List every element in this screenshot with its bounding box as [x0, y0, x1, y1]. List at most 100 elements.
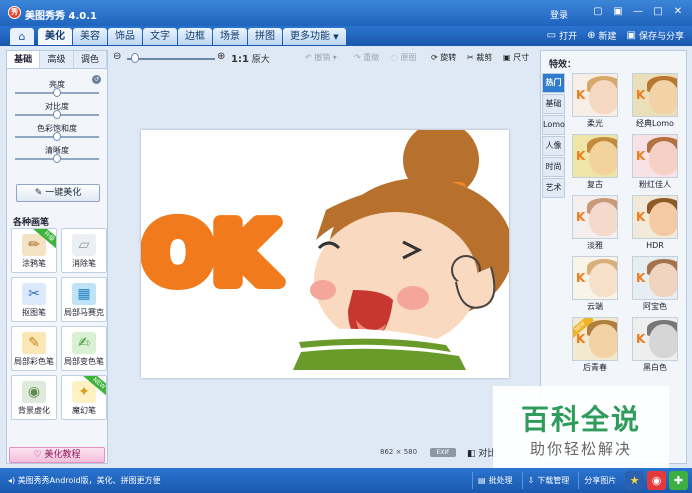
sharpness-slider[interactable]: 清晰度	[15, 143, 99, 165]
zoom-slider-handle[interactable]	[131, 53, 140, 63]
tool-label: 局部变色笔	[64, 357, 104, 366]
undo-button[interactable]: ↶ 撤销 ▾	[305, 52, 337, 63]
open-button[interactable]: ▭ 打开	[547, 29, 577, 42]
mosaic-pen-tool[interactable]: ▦ 局部马赛克	[61, 277, 107, 322]
cutout-pen-tool[interactable]: ✂ 抠图笔	[11, 277, 57, 322]
tab-cosmetic[interactable]: 美容	[73, 28, 107, 45]
tab-basic[interactable]: 基础	[7, 51, 41, 68]
thumbnail-face	[649, 80, 677, 114]
share-image-button[interactable]: 分享图片	[578, 472, 621, 489]
batch-icon: ▤	[478, 476, 486, 485]
weibo-icon[interactable]: ◉	[647, 471, 666, 490]
tab-collage[interactable]: 拼图	[248, 28, 282, 45]
slider-handle[interactable]	[53, 154, 61, 163]
redo-button[interactable]: ↷ 重做	[354, 52, 379, 63]
image-height: 580	[403, 448, 418, 456]
image-dimensions: 862 × 580	[380, 448, 417, 456]
effect-item[interactable]: K 黑白色	[629, 317, 681, 374]
color-pen-tool[interactable]: ✎ 局部彩色笔	[11, 326, 57, 371]
watermark-subtitle: 助你轻松解决	[529, 440, 632, 458]
effect-item[interactable]: K 粉红佳人	[629, 134, 681, 191]
tab-advanced[interactable]: 高级	[40, 51, 74, 68]
doodle-pen-tool[interactable]: ✏ 涂鸦笔 升级	[11, 228, 57, 273]
status-message[interactable]: ◂) 美图秀秀Android版，美化、拼图更方便	[8, 475, 161, 486]
effect-item[interactable]: K 柔光	[569, 73, 621, 130]
effect-item[interactable]: K NEW 后青春	[569, 317, 621, 374]
rotate-button[interactable]: ⟳ 旋转	[431, 52, 456, 63]
tab-portrait[interactable]: 人像	[542, 136, 565, 156]
minimize-icon[interactable]: —	[630, 5, 646, 19]
tab-lomo[interactable]: Lomo	[542, 115, 565, 135]
tab-fashion[interactable]: 时尚	[542, 157, 565, 177]
zoom-out-icon[interactable]: ⊖	[113, 51, 121, 62]
skin-icon[interactable]: ▣	[610, 5, 626, 19]
brightness-slider[interactable]: 亮度	[15, 77, 99, 99]
tool-label: 局部马赛克	[64, 308, 104, 317]
close-icon[interactable]: ✕	[670, 5, 686, 19]
status-icons: ★ ◉ ✚	[625, 471, 688, 490]
feedback-icon[interactable]: ▢	[590, 5, 606, 19]
exif-button[interactable]: EXIF	[430, 448, 456, 457]
magic-pen-tool[interactable]: ✦ 魔幻笔 NEW	[61, 375, 107, 420]
tab-popular[interactable]: 热门	[542, 73, 565, 93]
slider-handle[interactable]	[53, 88, 61, 97]
effect-item[interactable]: K 淡雅	[569, 195, 621, 252]
tab-frame[interactable]: 边框	[178, 28, 212, 45]
star-icon[interactable]: ★	[625, 471, 644, 490]
compare-button[interactable]: ◧ 对比	[467, 446, 496, 459]
new-button[interactable]: ⊕ 新建	[587, 29, 616, 42]
canvas-toolbar: ⊖ ⊕ 1:1 原大 ↶ 撤销 ▾ ↷ 重做 ◌ 原图 ⟳ 旋转 ✂ 裁剪 ▣ …	[113, 50, 535, 66]
background-blur-tool[interactable]: ◉ 背景虚化	[11, 375, 57, 420]
login-link[interactable]: 登录	[550, 8, 568, 21]
crop-label: 裁剪	[476, 53, 493, 62]
tab-beautify[interactable]: 美化	[38, 28, 72, 45]
eraser-pen-tool[interactable]: ▱ 消除笔	[61, 228, 107, 273]
crop-button[interactable]: ✂ 裁剪	[467, 52, 492, 63]
restore-original-button[interactable]: ◌ 原图	[391, 52, 417, 63]
slider-handle[interactable]	[53, 132, 61, 141]
original-size-label: 原大	[251, 55, 270, 65]
thumbnail-letter: K	[576, 271, 586, 285]
effect-item[interactable]: K 云端	[569, 256, 621, 313]
save-share-button[interactable]: ▣ 保存与分享	[627, 29, 684, 42]
add-icon[interactable]: ✚	[669, 471, 688, 490]
image-width: 862	[380, 448, 394, 456]
tab-basic-effects[interactable]: 基础	[542, 94, 565, 114]
download-manager-button[interactable]: ⇩ 下载管理	[521, 472, 575, 489]
zoom-slider[interactable]	[127, 58, 215, 60]
batch-process-button[interactable]: ▤ 批处理	[472, 472, 518, 489]
resize-icon: ▣	[503, 53, 511, 62]
effect-item[interactable]: K HDR	[629, 195, 681, 252]
saturation-slider[interactable]: 色彩饱和度	[15, 121, 99, 143]
one-click-beautify-button[interactable]: ✎ 一键美化	[16, 184, 100, 202]
ok-text: OK	[143, 207, 280, 302]
effect-category-tabs: 热门 基础 Lomo 人像 时尚 艺术	[542, 73, 565, 199]
original-size-button[interactable]: 1:1 原大	[231, 52, 270, 65]
photo-canvas[interactable]: OK OK	[141, 130, 509, 378]
tab-color-tone[interactable]: 调色	[73, 51, 107, 68]
tab-accessories[interactable]: 饰品	[108, 28, 142, 45]
effect-item[interactable]: K 复古	[569, 134, 621, 191]
color-pen-icon: ✎	[22, 332, 46, 354]
zoom-in-icon[interactable]: ⊕	[217, 51, 225, 62]
home-icon[interactable]: ⌂	[10, 28, 34, 45]
plus-icon: ⊕	[587, 30, 596, 41]
folder-icon: ▭	[546, 30, 557, 41]
contrast-slider[interactable]: 对比度	[15, 99, 99, 121]
resize-button[interactable]: ▣ 尺寸	[503, 52, 529, 63]
tab-text[interactable]: 文字	[143, 28, 177, 45]
effect-item[interactable]: K 经典Lomo	[629, 73, 681, 130]
tab-more-features[interactable]: 更多功能 ▼	[283, 28, 346, 45]
effect-item[interactable]: K 阿宝色	[629, 256, 681, 313]
slider-handle[interactable]	[53, 110, 61, 119]
beautify-tutorial-button[interactable]: ♡ 美化教程	[9, 447, 105, 463]
thumbnail-letter: K	[636, 149, 646, 163]
recolor-pen-icon: ✍	[72, 332, 96, 354]
tutorial-label: 美化教程	[44, 450, 81, 460]
tool-label: 背景虚化	[18, 406, 50, 415]
tab-scene[interactable]: 场景	[213, 28, 247, 45]
maximize-icon[interactable]: □	[650, 5, 666, 19]
recolor-pen-tool[interactable]: ✍ 局部变色笔	[61, 326, 107, 371]
thumbnail-letter: K	[576, 210, 586, 224]
tab-art[interactable]: 艺术	[542, 178, 565, 198]
